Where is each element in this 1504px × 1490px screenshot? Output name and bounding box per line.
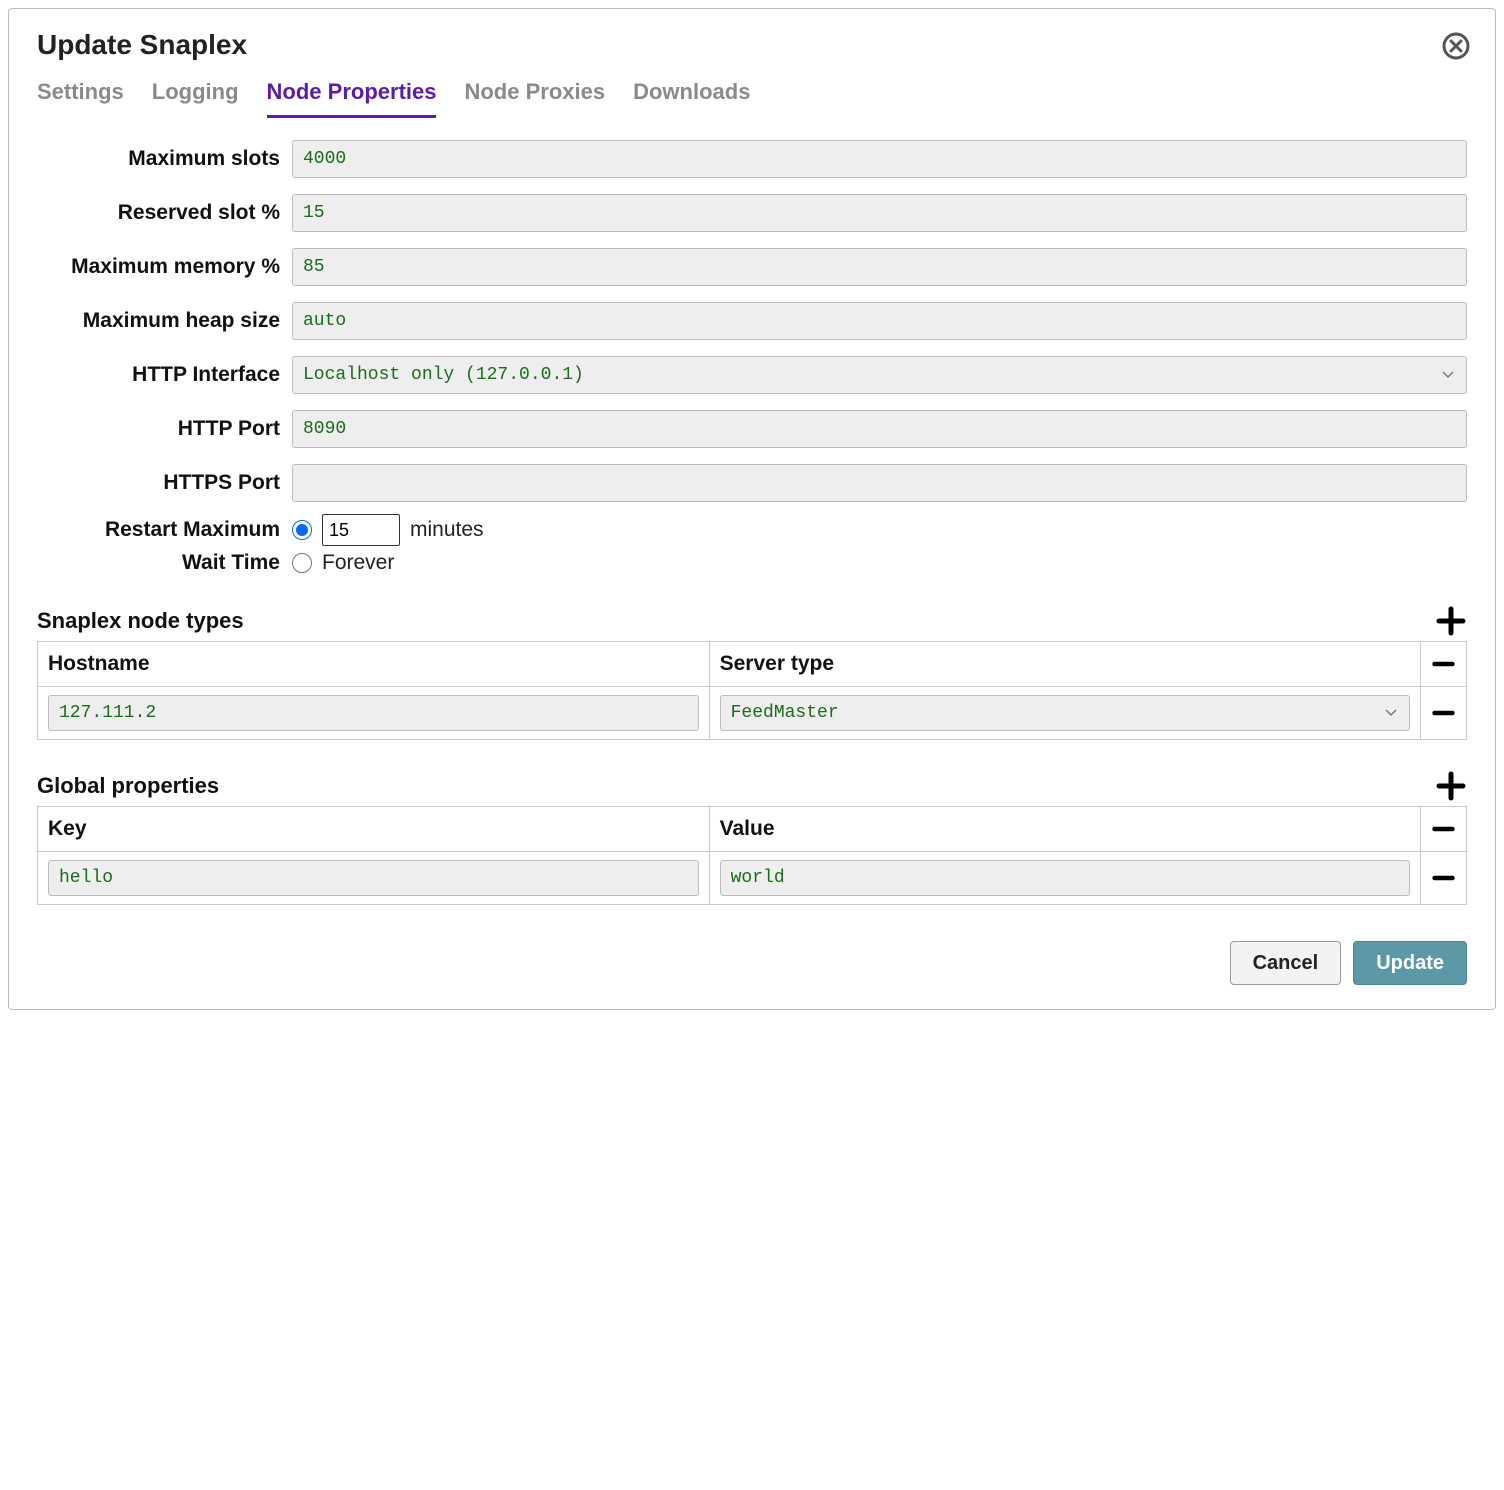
tab-node-proxies[interactable]: Node Proxies — [464, 79, 605, 118]
max-heap-input[interactable] — [292, 302, 1467, 340]
global-props-header: Global properties — [37, 773, 219, 799]
global-value-input[interactable] — [720, 860, 1410, 896]
server-type-select[interactable]: FeedMaster — [720, 695, 1410, 731]
node-types-table: Hostname Server type FeedMaster — [37, 641, 1467, 740]
update-button[interactable]: Update — [1353, 941, 1467, 985]
restart-minutes-radio[interactable] — [292, 520, 312, 540]
max-slots-label: Maximum slots — [37, 146, 292, 171]
max-memory-input[interactable] — [292, 248, 1467, 286]
remove-global-prop-header-icon[interactable] — [1431, 815, 1456, 843]
http-port-label: HTTP Port — [37, 416, 292, 441]
value-header: Value — [709, 807, 1420, 852]
restart-max-label-2: Wait Time — [37, 550, 292, 575]
max-slots-input[interactable] — [292, 140, 1467, 178]
hostname-input[interactable] — [48, 695, 699, 731]
server-type-header: Server type — [709, 642, 1420, 687]
table-row — [38, 852, 1467, 905]
add-global-prop-icon[interactable] — [1435, 770, 1467, 802]
max-memory-label: Maximum memory % — [37, 254, 292, 279]
global-props-table: Key Value — [37, 806, 1467, 905]
remove-node-type-row-icon[interactable] — [1431, 699, 1456, 727]
max-heap-label: Maximum heap size — [37, 308, 292, 333]
http-port-input[interactable] — [292, 410, 1467, 448]
tab-node-properties[interactable]: Node Properties — [267, 79, 437, 118]
remove-global-prop-row-icon[interactable] — [1431, 864, 1456, 892]
node-types-header: Snaplex node types — [37, 608, 244, 634]
close-icon[interactable] — [1441, 31, 1471, 66]
add-node-type-icon[interactable] — [1435, 605, 1467, 637]
tab-downloads[interactable]: Downloads — [633, 79, 750, 118]
tabs: Settings Logging Node Properties Node Pr… — [37, 79, 1467, 118]
restart-max-label-1: Restart Maximum — [37, 517, 292, 542]
update-snaplex-dialog: Update Snaplex Settings Logging Node Pro… — [8, 8, 1496, 1010]
cancel-button[interactable]: Cancel — [1230, 941, 1342, 985]
forever-label: Forever — [322, 551, 394, 575]
restart-minutes-input[interactable] — [322, 514, 400, 546]
https-port-input[interactable] — [292, 464, 1467, 502]
dialog-footer: Cancel Update — [37, 941, 1467, 985]
http-interface-label: HTTP Interface — [37, 362, 292, 387]
hostname-header: Hostname — [38, 642, 710, 687]
reserved-slot-input[interactable] — [292, 194, 1467, 232]
restart-forever-radio[interactable] — [292, 553, 312, 573]
key-header: Key — [38, 807, 710, 852]
dialog-title: Update Snaplex — [37, 29, 1467, 61]
tab-logging[interactable]: Logging — [152, 79, 239, 118]
table-row: FeedMaster — [38, 687, 1467, 740]
reserved-slot-label: Reserved slot % — [37, 200, 292, 225]
minutes-suffix: minutes — [410, 518, 484, 542]
global-key-input[interactable] — [48, 860, 699, 896]
http-interface-select[interactable]: Localhost only (127.0.0.1) — [292, 356, 1467, 394]
tab-settings[interactable]: Settings — [37, 79, 124, 118]
https-port-label: HTTPS Port — [37, 470, 292, 495]
remove-node-type-header-icon[interactable] — [1431, 650, 1456, 678]
